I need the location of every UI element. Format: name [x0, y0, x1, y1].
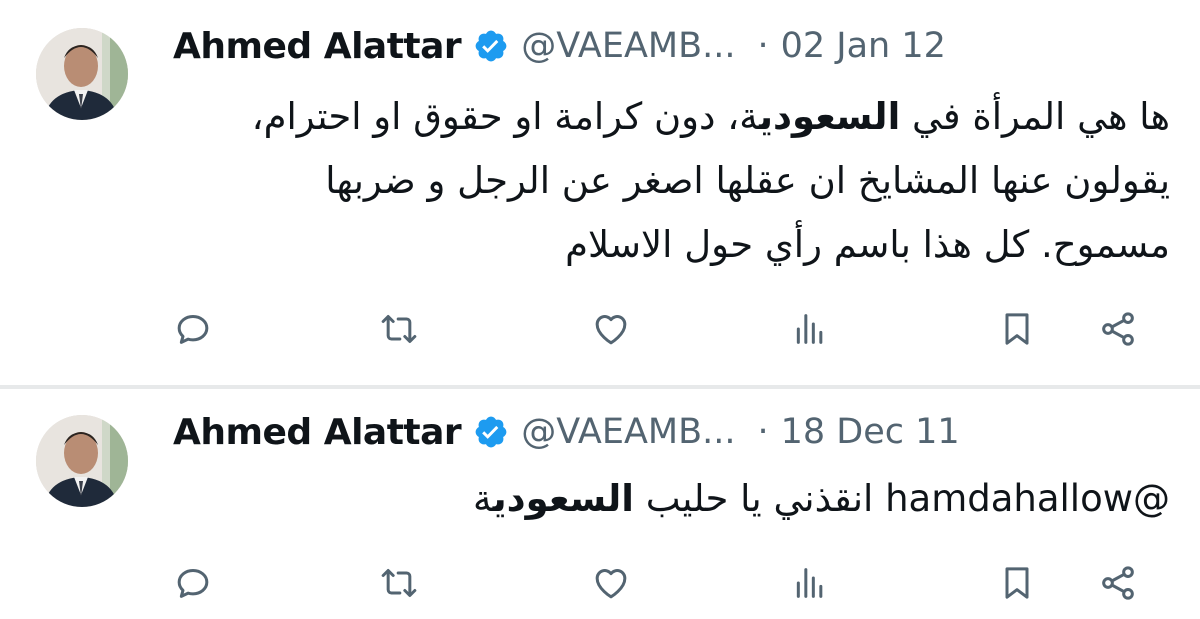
- tweet-actions: [0, 305, 1200, 355]
- reply-button[interactable]: [169, 559, 217, 607]
- tweet-text-line: يقولون عنها المشايخ ان عقلها اصغر عن الر…: [325, 159, 1170, 202]
- views-button[interactable]: [786, 559, 834, 607]
- heart-icon: [595, 315, 627, 345]
- tweet-header: Ahmed Alattar @VAEAMB... · 02 Jan 12: [173, 21, 946, 71]
- tweet-text: ها هي المرأة في السعودية، دون كرامة او ح…: [170, 85, 1170, 277]
- avatar[interactable]: [36, 28, 128, 120]
- tweet-text-segment: انقذني يا حليب: [633, 477, 886, 520]
- bookmark-button[interactable]: [993, 305, 1041, 353]
- retweet-icon: [381, 569, 417, 597]
- views-chart-icon: [796, 314, 823, 344]
- separator-dot: ·: [757, 412, 769, 452]
- tweet-date[interactable]: 18 Dec 11: [781, 412, 960, 452]
- tweet-text-segment: ها هي المرأة في: [900, 95, 1170, 138]
- avatar[interactable]: [36, 415, 128, 507]
- like-button[interactable]: [587, 305, 635, 353]
- retweet-icon: [381, 315, 417, 343]
- retweet-button[interactable]: [375, 559, 423, 607]
- tweet-text-line: مسموح. كل هذا باسم رأي حول الاسلام: [565, 223, 1170, 266]
- profile-photo-icon: [36, 415, 128, 507]
- separator-dot: ·: [757, 26, 769, 66]
- tweet-actions: [0, 559, 1200, 609]
- mention-link[interactable]: @hamdahallow: [885, 477, 1170, 520]
- share-icon: [1102, 312, 1134, 346]
- tweet-text-line: @hamdahallow انقذني يا حليب السعودية: [170, 467, 1170, 531]
- tweet-text-segment: ة: [472, 477, 493, 520]
- verified-badge-icon: [473, 414, 509, 450]
- views-chart-icon: [796, 568, 823, 598]
- tweet-text: @hamdahallow انقذني يا حليب السعودية: [170, 467, 1170, 531]
- tweet-card[interactable]: Ahmed Alattar @VAEAMB... · 18 Dec 11 @ha…: [0, 389, 1200, 619]
- tweet-date[interactable]: 02 Jan 12: [781, 26, 946, 66]
- reply-button[interactable]: [169, 305, 217, 353]
- views-button[interactable]: [786, 305, 834, 353]
- share-button[interactable]: [1094, 559, 1142, 607]
- like-button[interactable]: [587, 559, 635, 607]
- tweet-text-segment: ة، دون كرامة او حقوق او احترام،: [251, 95, 760, 138]
- author-handle[interactable]: @VAEAMB...: [521, 412, 735, 452]
- bookmark-button[interactable]: [993, 559, 1041, 607]
- verified-badge-icon: [473, 28, 509, 64]
- reply-icon: [177, 569, 209, 598]
- tweet-text-bold: السعودي: [759, 95, 901, 138]
- share-icon: [1102, 566, 1134, 600]
- author-handle[interactable]: @VAEAMB...: [521, 26, 735, 66]
- bookmark-icon: [1005, 313, 1029, 345]
- tweet-text-bold: السعودي: [492, 477, 634, 520]
- author-name[interactable]: Ahmed Alattar: [173, 412, 462, 453]
- reply-icon: [177, 315, 209, 344]
- author-name[interactable]: Ahmed Alattar: [173, 26, 462, 67]
- profile-photo-icon: [36, 28, 128, 120]
- share-button[interactable]: [1094, 305, 1142, 353]
- tweet-header: Ahmed Alattar @VAEAMB... · 18 Dec 11: [173, 407, 960, 457]
- tweet-card[interactable]: Ahmed Alattar @VAEAMB... · 02 Jan 12 ها …: [0, 0, 1200, 386]
- retweet-button[interactable]: [375, 305, 423, 353]
- bookmark-icon: [1005, 567, 1029, 599]
- tweet-text-line: ها هي المرأة في السعودية، دون كرامة او ح…: [170, 85, 1170, 149]
- heart-icon: [595, 569, 627, 599]
